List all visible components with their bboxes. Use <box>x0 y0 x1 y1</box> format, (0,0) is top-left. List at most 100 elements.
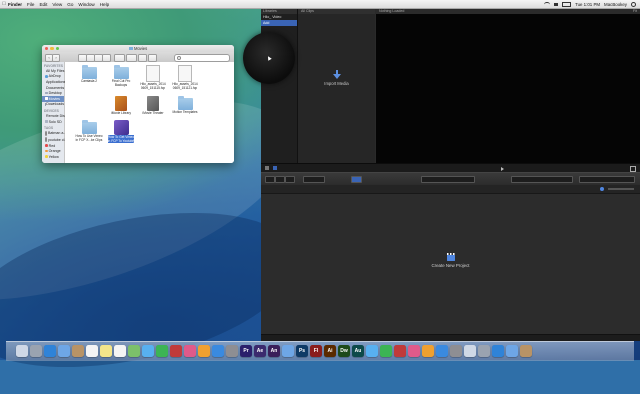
animate-icon[interactable]: An <box>268 345 280 357</box>
menu-help[interactable]: Help <box>100 2 109 7</box>
window-title: Movies <box>134 46 147 51</box>
event-row[interactable]: Add <box>261 20 297 26</box>
import-media-button[interactable]: Import Media <box>298 70 375 86</box>
messages-icon[interactable] <box>142 345 154 357</box>
sidebar-item-downloads[interactable]: Downloads <box>42 102 64 108</box>
folder-icon <box>114 67 129 79</box>
enhance-button[interactable] <box>285 176 295 183</box>
wifi-icon[interactable] <box>544 2 550 7</box>
share-button[interactable] <box>138 54 147 62</box>
illustrator-icon[interactable]: Ai <box>324 345 336 357</box>
zoom-slider[interactable] <box>608 188 634 190</box>
dreamweaver-icon[interactable]: Dw <box>338 345 350 357</box>
zoom-button[interactable] <box>56 47 59 50</box>
apple-menu-icon[interactable]:  <box>0 1 8 7</box>
sidebar-item-documents[interactable]: Documents <box>42 85 64 91</box>
spotlight-icon[interactable] <box>631 2 636 7</box>
menu-window[interactable]: Window <box>78 2 94 7</box>
arrange-button[interactable] <box>114 54 125 62</box>
folder-icon <box>129 47 133 50</box>
file-item[interactable]: iMovie Library <box>107 96 135 116</box>
file-item-selected[interactable]: How To Get Vimeo in FCP To Youtube <box>107 120 135 144</box>
browser-buttons[interactable] <box>579 176 635 183</box>
trash-icon[interactable] <box>520 345 532 357</box>
viewer-zoom[interactable]: Fit <box>633 9 637 13</box>
safari-icon[interactable] <box>44 345 56 357</box>
edit-buttons[interactable] <box>303 176 325 183</box>
sidebar-tag-yellow[interactable]: Yellow <box>42 154 64 160</box>
play-icon[interactable] <box>501 167 504 171</box>
finder-sidebar: FAVORITES All My Files AirDrop Applicati… <box>42 62 65 163</box>
preferences-icon[interactable] <box>226 345 238 357</box>
flash-icon[interactable]: Fl <box>310 345 322 357</box>
final-cut-icon[interactable] <box>366 345 378 357</box>
forward-button[interactable]: › <box>52 54 60 62</box>
file-item[interactable]: How To Use Vimeo in FCP X...ke Clips <box>75 122 103 143</box>
file-item[interactable]: Camtasia 2 <box>75 67 103 84</box>
tags-button[interactable] <box>148 54 157 62</box>
effects-buttons[interactable] <box>511 176 573 183</box>
user-name[interactable]: MacBookey <box>604 2 627 7</box>
menu-file[interactable]: File <box>27 2 34 7</box>
file-item[interactable]: Final Cut Pro Backups <box>107 67 135 88</box>
audition-icon[interactable]: Au <box>352 345 364 357</box>
sidebar-item-remote-disc[interactable]: Remote Disc <box>42 113 64 119</box>
timecode-display[interactable] <box>421 176 475 183</box>
search-field[interactable] <box>174 54 230 62</box>
import-button[interactable] <box>265 176 275 183</box>
file-item[interactable]: Motion Templates <box>171 98 199 115</box>
select-tool-button[interactable] <box>351 176 362 183</box>
after-effects-icon[interactable]: Ae <box>254 345 266 357</box>
battery-icon[interactable] <box>562 2 571 7</box>
close-button[interactable] <box>45 47 48 50</box>
mail-icon[interactable] <box>58 345 70 357</box>
downloads-icon[interactable] <box>506 345 518 357</box>
file-item[interactable]: Hilo_assets_2014 0609_151115.fcp <box>139 65 167 91</box>
launchpad-icon[interactable] <box>30 345 42 357</box>
vlc-icon[interactable] <box>436 345 448 357</box>
sidebar-item-applications[interactable]: Applications <box>42 79 64 85</box>
finder-titlebar[interactable]: Movies <box>42 45 234 52</box>
file-item[interactable]: Hilo_assets_2014 0609_151121.fcp <box>171 65 199 91</box>
volume-icon[interactable] <box>554 3 558 6</box>
calendar-icon[interactable] <box>86 345 98 357</box>
sidebar-item-all-my-files[interactable]: All My Files <box>42 68 64 74</box>
timeline-settings-icon[interactable] <box>600 187 604 191</box>
terminal-icon[interactable] <box>464 345 476 357</box>
menu-view[interactable]: View <box>52 2 62 7</box>
action-button[interactable] <box>126 54 137 62</box>
menu-go[interactable]: Go <box>67 2 73 7</box>
contacts-icon[interactable] <box>72 345 84 357</box>
garageband-icon[interactable] <box>422 345 434 357</box>
itunes-icon[interactable] <box>184 345 196 357</box>
chrome-icon[interactable] <box>478 345 490 357</box>
reminders-icon[interactable] <box>114 345 126 357</box>
motion-icon[interactable] <box>380 345 392 357</box>
imovie-icon[interactable] <box>408 345 420 357</box>
firefox-icon[interactable] <box>492 345 504 357</box>
finder-icon[interactable] <box>16 345 28 357</box>
library-toggle-icon[interactable] <box>265 166 269 170</box>
menu-finder[interactable]: Finder <box>8 2 22 7</box>
maps-icon[interactable] <box>128 345 140 357</box>
keyword-button[interactable] <box>275 176 285 183</box>
photoshop-icon[interactable]: Ps <box>296 345 308 357</box>
compressor-icon[interactable] <box>394 345 406 357</box>
view-coverflow-button[interactable] <box>102 54 111 62</box>
create-new-project-button[interactable]: Create New Project <box>261 255 640 268</box>
photo-booth-icon[interactable] <box>170 345 182 357</box>
browser-toggle-icon[interactable] <box>273 166 277 170</box>
camtasia-icon[interactable] <box>282 345 294 357</box>
minimize-button[interactable] <box>50 47 53 50</box>
premiere-icon[interactable]: Pr <box>240 345 252 357</box>
finder-file-area: Camtasia 2 Final Cut Pro Backups Hilo_as… <box>65 62 234 163</box>
menu-edit[interactable]: Edit <box>39 2 47 7</box>
fcp-toolbar <box>261 172 640 186</box>
facetime-icon[interactable] <box>156 345 168 357</box>
notes-icon[interactable] <box>100 345 112 357</box>
handbrake-icon[interactable] <box>450 345 462 357</box>
clock[interactable]: Tue 1:01 PM <box>575 2 600 7</box>
ibooks-icon[interactable] <box>198 345 210 357</box>
file-item[interactable]: iMovie Theater <box>139 96 167 116</box>
app-store-icon[interactable] <box>212 345 224 357</box>
